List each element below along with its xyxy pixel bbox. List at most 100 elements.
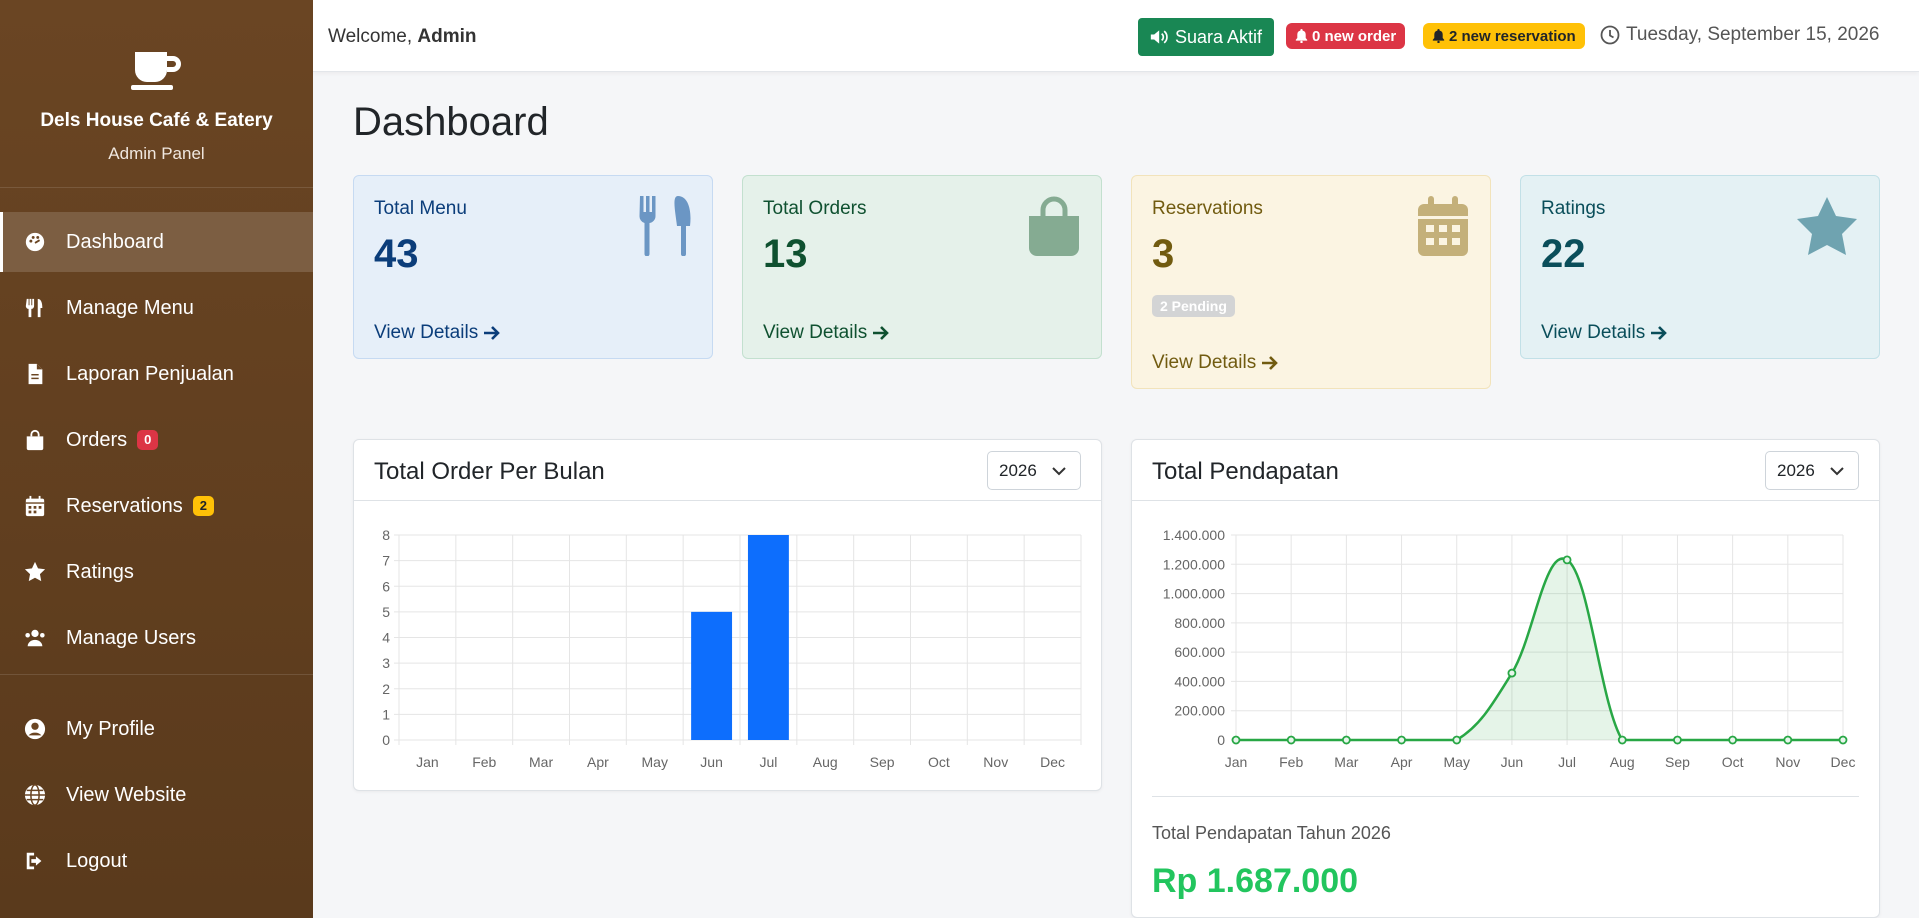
x-tick-label: May — [1444, 754, 1470, 770]
x-tick-label: Nov — [983, 754, 1008, 770]
sidebar-item-manage-users[interactable]: Manage Users — [0, 608, 313, 668]
chevron-down-icon — [1830, 467, 1844, 476]
view-details-link-menu[interactable]: View Details — [374, 322, 501, 344]
sound-toggle-button[interactable]: Suara Aktif — [1138, 18, 1275, 56]
point-sep — [1673, 735, 1682, 745]
bar-jul — [747, 535, 789, 740]
new-reservation-label: 2 new reservation — [1449, 27, 1576, 45]
x-tick-label: May — [642, 754, 668, 770]
revenue-total-label: Total Pendapatan Tahun 2026 — [1152, 823, 1391, 843]
sidebar-nav: Dashboard Manage Menu Laporan Penjualan … — [0, 212, 313, 891]
x-tick-label: Jul — [759, 754, 777, 770]
star-icon — [1795, 196, 1859, 261]
x-tick-label: Mar — [1334, 754, 1358, 770]
x-tick-label: Oct — [1722, 754, 1744, 770]
sidebar-item-label: Reservations — [66, 494, 183, 517]
revenue-year-value: 2026 — [1777, 460, 1815, 480]
view-details-link-orders[interactable]: View Details — [763, 322, 890, 344]
sidebar-item-ratings[interactable]: Ratings — [0, 542, 313, 602]
order-year-select[interactable]: 2026 — [987, 451, 1081, 490]
y-tick-label: 1.400.000 — [1163, 527, 1225, 543]
panel-header: Total Pendapatan 2026 — [1132, 440, 1879, 501]
utensils-icon — [638, 196, 692, 261]
y-tick-label: 600.000 — [1174, 644, 1225, 660]
arrow-right-icon — [484, 326, 501, 340]
point-oct — [1728, 735, 1738, 745]
y-tick-label: 5 — [382, 604, 390, 620]
y-tick-label: 6 — [382, 578, 390, 594]
arrow-right-icon — [1651, 326, 1668, 340]
new-reservation-badge[interactable]: 2 new reservation — [1423, 23, 1585, 49]
sidebar-item-logout[interactable]: Logout — [0, 831, 313, 891]
x-tick-label: Sep — [1665, 754, 1690, 770]
revenue-year-select[interactable]: 2026 — [1765, 451, 1859, 490]
y-tick-label: 200.000 — [1174, 703, 1225, 719]
calendar-icon — [24, 495, 46, 517]
current-date: Tuesday, September 15, 2026 — [1600, 24, 1880, 46]
file-icon — [24, 363, 46, 385]
brand-title: Dels House Café & Eatery — [40, 110, 273, 131]
x-tick-label: Mar — [529, 754, 553, 770]
y-tick-label: 1.000.000 — [1163, 586, 1225, 602]
arrow-right-icon — [1262, 356, 1279, 370]
view-details-label: View Details — [1541, 322, 1646, 343]
point-apr — [1397, 735, 1406, 745]
x-tick-label: Jun — [1501, 754, 1524, 770]
sidebar-item-label: Ratings — [66, 560, 134, 583]
star-icon — [24, 561, 46, 583]
sidebar-item-label: Laporan Penjualan — [66, 362, 234, 385]
y-tick-label: 400.000 — [1174, 673, 1225, 689]
palette-icon — [24, 231, 46, 253]
sidebar-item-label: Logout — [66, 849, 128, 872]
sidebar-item-label: Dashboard — [66, 230, 164, 253]
page-title: Dashboard — [353, 100, 549, 144]
sidebar-item-my-profile[interactable]: My Profile — [0, 699, 313, 759]
sidebar-item-dashboard[interactable]: Dashboard — [0, 212, 313, 272]
y-tick-label: 0 — [382, 732, 390, 748]
utensils-icon — [24, 297, 46, 319]
view-details-link-reservations[interactable]: View Details — [1152, 352, 1279, 374]
y-tick-label: 2 — [382, 681, 390, 697]
welcome-username: Admin — [417, 26, 477, 47]
stat-card-ratings: Ratings 22 View Details — [1520, 175, 1880, 359]
order-chart-title: Total Order Per Bulan — [374, 458, 605, 485]
y-tick-label: 8 — [382, 527, 390, 543]
volume-icon — [1150, 30, 1168, 44]
x-tick-label: Jul — [1558, 754, 1576, 770]
sidebar-item-label: View Website — [66, 783, 187, 806]
view-details-label: View Details — [763, 322, 868, 343]
sidebar-item-reservations[interactable]: Reservations 2 — [0, 476, 313, 536]
user-icon — [24, 718, 46, 740]
sidebar-item-orders[interactable]: Orders 0 — [0, 410, 313, 470]
x-tick-label: Sep — [870, 754, 895, 770]
x-tick-label: Feb — [472, 754, 496, 770]
point-dec — [1838, 735, 1848, 745]
y-tick-label: 1 — [382, 706, 390, 722]
point-feb — [1286, 735, 1296, 745]
x-tick-label: Jan — [416, 754, 439, 770]
order-chart-panel: Total Order Per Bulan 2026 0 1 2 3 4 5 6 7 8 Jan F… — [353, 439, 1102, 791]
x-tick-label: Aug — [813, 754, 838, 770]
point-nov — [1783, 735, 1793, 745]
arrow-right-icon — [873, 326, 890, 340]
view-details-label: View Details — [374, 322, 479, 343]
reservations-count-badge: 2 — [192, 496, 214, 516]
point-jun — [1507, 668, 1517, 678]
brand-subtitle: Admin Panel — [108, 144, 205, 163]
x-tick-label: Jan — [1225, 754, 1248, 770]
chevron-down-icon — [1052, 467, 1066, 476]
x-tick-label: Apr — [1391, 754, 1413, 770]
x-tick-label: Nov — [1775, 754, 1800, 770]
sidebar-item-laporan-penjualan[interactable]: Laporan Penjualan — [0, 344, 313, 404]
view-details-link-ratings[interactable]: View Details — [1541, 322, 1668, 344]
y-tick-label: 4 — [382, 630, 390, 646]
sidebar: Dels House Café & Eatery Admin Panel Das… — [0, 0, 313, 918]
x-tick-label: Dec — [1040, 754, 1065, 770]
pending-badge: 2 Pending — [1152, 295, 1235, 317]
stat-card-total-orders: Total Orders 13 View Details — [742, 175, 1102, 359]
sidebar-item-view-website[interactable]: View Website — [0, 765, 313, 825]
sidebar-item-manage-menu[interactable]: Manage Menu — [0, 278, 313, 338]
globe-icon — [24, 784, 46, 806]
bell-icon — [1432, 29, 1445, 43]
new-order-badge[interactable]: 0 new order — [1286, 23, 1406, 49]
